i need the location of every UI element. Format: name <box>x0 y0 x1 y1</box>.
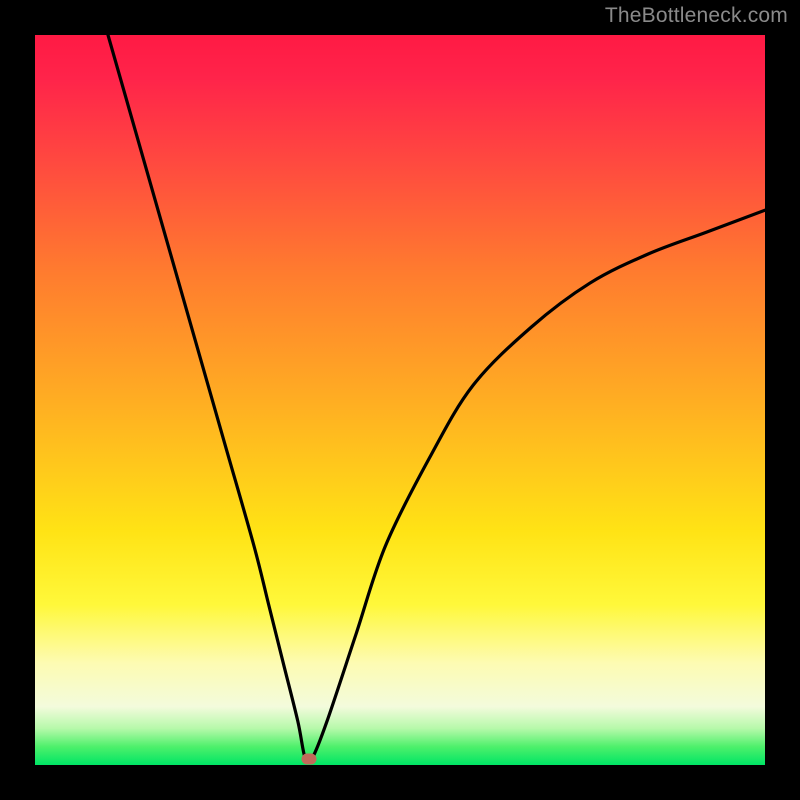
watermark-text: TheBottleneck.com <box>605 4 788 28</box>
curve-path <box>108 35 765 762</box>
optimum-marker <box>301 754 316 765</box>
bottleneck-curve <box>35 35 765 765</box>
plot-area <box>35 35 765 765</box>
chart-frame: TheBottleneck.com <box>0 0 800 800</box>
